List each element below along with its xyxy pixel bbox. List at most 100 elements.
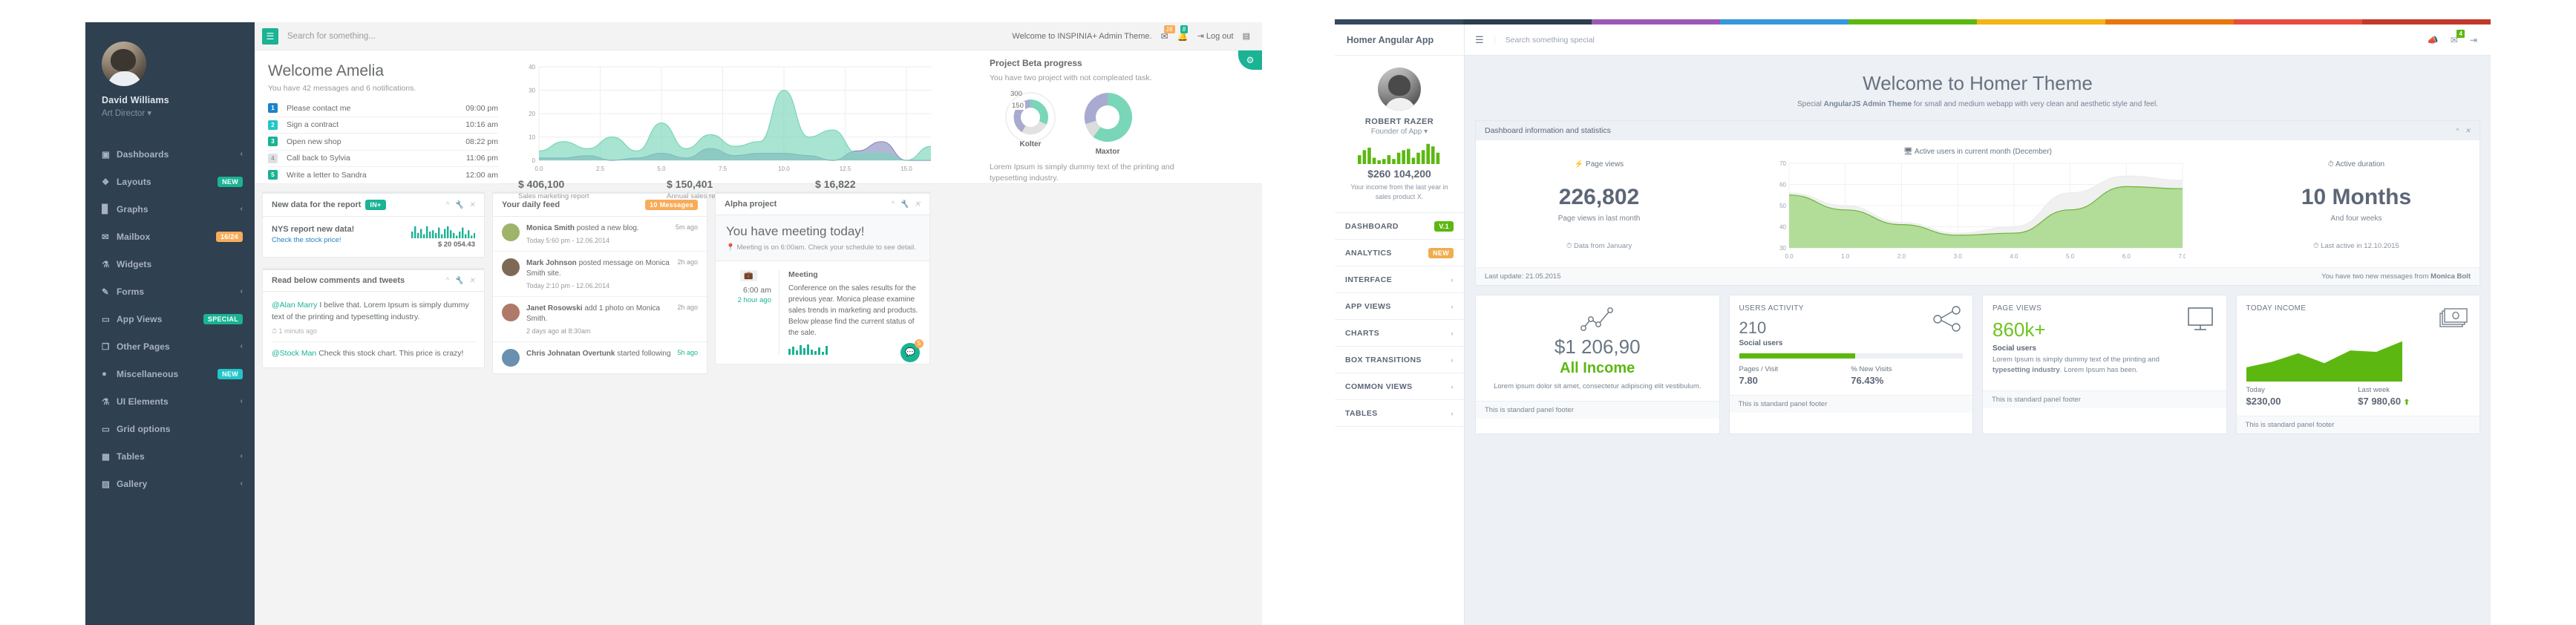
page-views-cap: ⚡ Page views <box>1488 160 1710 168</box>
profile-name: ROBERT RAZER <box>1364 117 1434 126</box>
chevron-left-icon: ‹ <box>240 205 243 213</box>
beta-footer: Lorem Ipsum is simply dummy text of the … <box>990 163 1174 183</box>
sign-out-icon[interactable]: ⇥ <box>2470 35 2477 45</box>
chevron-up-icon[interactable]: ^ <box>445 201 449 209</box>
hero-subtitle: Special AngularJS Admin Theme for small … <box>1475 100 2480 108</box>
feed-user[interactable]: Monica Smith <box>526 224 575 232</box>
task-item[interactable]: 2 Sign a contract 10:16 am <box>268 117 498 134</box>
comment-user[interactable]: @Stock Man <box>272 349 316 358</box>
sidebar-item-forms[interactable]: ✎ Forms ‹ <box>85 278 255 305</box>
task-time: 11:06 pm <box>466 154 498 163</box>
donut-kolter: 300 150 Kolter <box>1003 90 1058 156</box>
sidebar-item-tables[interactable]: ▦ Tables ‹ <box>85 442 255 470</box>
sidebar-item-label: Gallery <box>117 478 148 489</box>
close-icon[interactable]: ✕ <box>915 200 921 209</box>
page-views-label: Page views in last month <box>1557 215 1641 223</box>
task-item[interactable]: 3 Open new shop 08:22 pm <box>268 134 498 151</box>
search-input[interactable]: Search something special <box>1494 35 1595 45</box>
svg-text:0.0: 0.0 <box>535 166 543 172</box>
feed-user[interactable]: Janet Rosowski <box>526 304 583 312</box>
chevron-left-icon: ‹ <box>1451 275 1454 284</box>
sidebar-item-analytics[interactable]: ANALYTICS NEW <box>1335 240 1464 267</box>
sidebar-item-app-views[interactable]: APP VIEWS ‹ <box>1335 293 1464 321</box>
stat-block: $ 406,100 Sales marketing report <box>518 178 667 200</box>
sidebar-item-miscellaneous[interactable]: ● Miscellaneous NEW <box>85 360 255 387</box>
sidebar-item-graphs[interactable]: █ Graphs ‹ <box>85 195 255 223</box>
beta-subtitle: You have two project with not compleated… <box>990 73 1152 82</box>
logout-button[interactable]: ⇥ Log out <box>1197 31 1234 41</box>
feed-time: 2h ago <box>677 303 698 311</box>
alpha-sub-label: Meeting is on 6:00am. Check your schedul… <box>736 243 916 252</box>
svg-text:5.0: 5.0 <box>657 166 666 172</box>
page-views-value: 226,802 <box>1558 185 1640 209</box>
wrench-icon[interactable]: 🔧 <box>454 277 463 285</box>
sidebar-item-box-transitions[interactable]: BOX TRANSITIONS ‹ <box>1335 347 1464 374</box>
sidebar-profile[interactable]: ROBERT RAZER Founder of App ▾ $260 104,2… <box>1335 56 1464 214</box>
task-item[interactable]: 1 Please contact me 09:00 pm <box>268 100 498 117</box>
bell-icon[interactable]: 🔔 8 <box>1177 24 1189 42</box>
sidebar-item-charts[interactable]: CHARTS ‹ <box>1335 320 1464 347</box>
stock-price-link[interactable]: Check the stock price! <box>272 236 411 244</box>
close-icon[interactable]: ✕ <box>2465 127 2471 135</box>
wrench-icon[interactable]: 🔧 <box>454 201 463 209</box>
profile-role[interactable]: Founder of App ▾ <box>1344 128 1455 136</box>
close-icon[interactable]: ✕ <box>469 277 475 285</box>
sidebar-item-label: ANALYTICS <box>1345 248 1392 258</box>
sidebar-item-label: APP VIEWS <box>1345 301 1391 311</box>
sidebar-item-app-views[interactable]: ▭ App Views SPECIAL <box>85 305 255 333</box>
card-footer: This is standard panel footer <box>1729 395 1972 413</box>
panel-tools: ^ 🔧 ✕ <box>445 201 475 209</box>
sidebar-item-gallery[interactable]: ▨ Gallery ‹ <box>85 470 255 497</box>
feed-item: Monica Smith posted a new blog. Today 5:… <box>493 217 707 251</box>
megaphone-icon[interactable]: 📣 <box>2428 35 2439 45</box>
sub-value: $7 980,60 ⬆ <box>2358 396 2410 407</box>
chevron-down-icon: ▾ <box>147 109 152 118</box>
chevron-up-icon[interactable]: ^ <box>891 200 895 209</box>
mail-icon[interactable]: ✉ 4 <box>2451 29 2465 45</box>
wrench-icon[interactable]: 🔧 <box>900 200 909 209</box>
alpha-sub: 📍 Meeting is on 6:00am. Check your sched… <box>726 243 919 252</box>
chat-icon[interactable]: 💬 5 <box>900 338 923 362</box>
sub-value: $230,00 <box>2246 396 2281 407</box>
chevron-left-icon: ‹ <box>240 397 243 405</box>
sidebar-item-tables[interactable]: TABLES ‹ <box>1335 400 1464 428</box>
sidebar-item-label: Tables <box>117 451 145 462</box>
chevron-up-icon[interactable]: ^ <box>445 277 449 285</box>
sidebar-item-layouts[interactable]: ❖ Layouts NEW <box>85 168 255 195</box>
svg-text:12.5: 12.5 <box>840 166 851 172</box>
sidebar-item-ui-elements[interactable]: ⚗ UI Elements ‹ <box>85 387 255 415</box>
close-icon[interactable]: ✕ <box>469 201 475 209</box>
panel-body: ⚡ Page views 226,802 Page views in last … <box>1476 140 2479 267</box>
feed-user[interactable]: Chris Johnatan Overtunk <box>526 350 615 358</box>
sidebar-item-grid-options[interactable]: ▭ Grid options <box>85 415 255 442</box>
panel-row: New data for the report IN+ ^ 🔧 ✕ NYS re… <box>255 184 1262 374</box>
task-number: 5 <box>268 170 278 180</box>
sidebar-item-dashboards[interactable]: ▣ Dashboards ‹ <box>85 140 255 168</box>
panel-header: Dashboard information and statistics ^ ✕ <box>1476 121 2479 140</box>
logout-label: Log out <box>1206 32 1234 41</box>
sidebar-item-interface[interactable]: INTERFACE ‹ <box>1335 266 1464 294</box>
task-item[interactable]: 5 Write a letter to Sandra 12:00 am <box>268 167 498 184</box>
trend-up-icon: ⬆ <box>2403 399 2410 407</box>
comment-user[interactable]: @Alan Marry <box>272 301 317 310</box>
sidebar-item-mailbox[interactable]: ✉ Mailbox 16/24 <box>85 223 255 250</box>
hamburger-icon[interactable]: ☰ <box>1465 34 1494 46</box>
avatar <box>102 42 146 86</box>
sidebar-item-dashboard[interactable]: DASHBOARD V.1 <box>1335 213 1464 240</box>
hamburger-icon[interactable]: ☰ <box>262 27 278 45</box>
search-input[interactable]: Search for something... <box>287 32 376 41</box>
mail-icon[interactable]: ✉ 16 <box>1161 24 1175 42</box>
sidebar-item-label: COMMON VIEWS <box>1345 382 1413 391</box>
globe-icon: ● <box>102 369 107 379</box>
chevron-up-icon[interactable]: ^ <box>2456 127 2459 135</box>
sidebar-item-other-pages[interactable]: ❐ Other Pages ‹ <box>85 333 255 360</box>
svg-text:10: 10 <box>529 134 535 141</box>
feed-user[interactable]: Mark Johnson <box>526 259 577 267</box>
avatar <box>502 223 520 241</box>
sales-area-chart: 0 10 20 30 40 0.0 2.5 5.0 7.5 10.0 12.5 15.0 <box>518 64 934 175</box>
sliders-icon[interactable]: ▤ <box>1243 31 1250 41</box>
task-item[interactable]: 4 Call back to Sylvia 11:06 pm <box>268 151 498 167</box>
sidebar-item-common-views[interactable]: COMMON VIEWS ‹ <box>1335 373 1464 401</box>
sidebar-item-widgets[interactable]: ⚗ Widgets <box>85 250 255 278</box>
sidebar-profile[interactable]: David Williams Art Director ▾ <box>85 22 255 130</box>
